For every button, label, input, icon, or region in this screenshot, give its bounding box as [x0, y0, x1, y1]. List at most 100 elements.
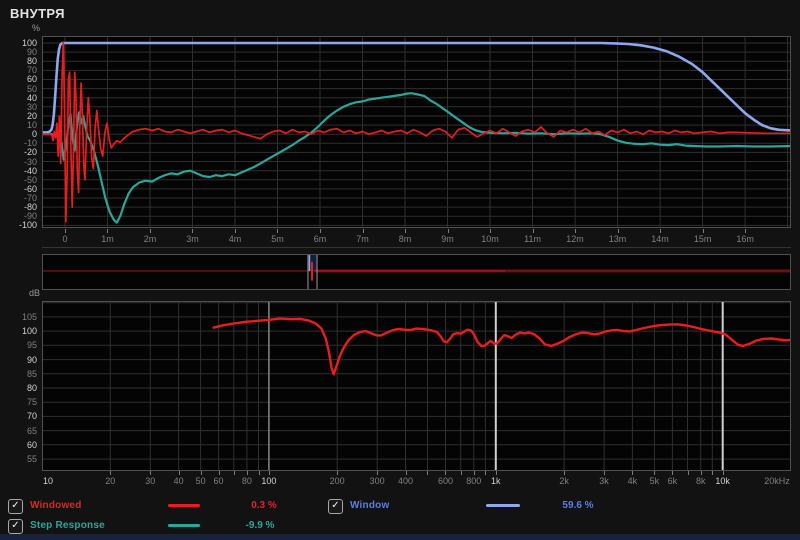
top-chart-xtick-label: 13m [608, 234, 627, 244]
step-response-value: -9.9 % [245, 520, 275, 531]
top-chart-xtick-label: 12m [566, 234, 584, 244]
bottom-chart-ytick-label: 70 [26, 411, 37, 422]
axis-tick-mark [337, 471, 339, 475]
axis-tick-mark [149, 229, 151, 233]
axis-tick-mark [447, 229, 449, 233]
axis-tick-mark [564, 471, 566, 475]
bottom-chart-ytick-label: 95 [26, 340, 37, 351]
axis-tick-mark [495, 471, 497, 475]
overview-canvas[interactable] [42, 254, 791, 290]
top-chart-xtick-label: 16m [736, 234, 754, 244]
top-chart-xtick-label: 3m [186, 234, 199, 244]
axis-tick-mark [320, 229, 321, 233]
bottom-chart-xtick-label: 200 [329, 476, 345, 486]
impulse-overview-strip[interactable] [42, 254, 791, 290]
axis-tick-mark [485, 471, 487, 475]
axis-tick-mark [110, 471, 112, 475]
bottom-chart-ytick-label: 90 [26, 354, 37, 365]
axis-tick-mark [218, 471, 220, 475]
bottom-chart-xtick-label: 20 [105, 476, 116, 486]
checkbox-check-icon: ✓ [11, 500, 20, 511]
bottom-chart-xtick-label: 100 [261, 476, 277, 486]
checkbox-check-icon: ✓ [11, 520, 20, 531]
top-chart-xtick-label: 9m [441, 234, 454, 244]
windowed-value: 0.3 % [251, 500, 277, 511]
top-chart-x-axis: 0 1m 2m 3m 4m 5m 6m 7m 8m 9m 10m 11m 12m 13m 14m 15m 16m [42, 229, 791, 247]
axis-tick-mark [604, 471, 606, 475]
bottom-chart[interactable] [42, 301, 791, 471]
top-chart[interactable] [42, 36, 791, 228]
axis-tick-mark [687, 471, 689, 475]
top-chart-xtick-label: 14m [651, 234, 669, 244]
top-chart-xtick-label: 1m [101, 234, 114, 244]
axis-tick-mark [712, 471, 714, 475]
axis-tick-mark [405, 229, 407, 233]
axis-tick-mark [233, 471, 235, 475]
axis-tick-mark [632, 471, 634, 475]
bottom-chart-xtick-label: 1k [491, 476, 501, 486]
axis-tick-mark [617, 229, 619, 233]
axis-tick-mark [150, 471, 152, 475]
bottom-chart-xtick-label: 20kHz [764, 476, 790, 486]
axis-tick-mark [258, 471, 260, 475]
bottom-chart-xtick-label: 400 [397, 476, 414, 486]
windowed-line-swatch [168, 504, 200, 507]
axis-tick-mark [445, 471, 447, 475]
axis-tick-mark [277, 229, 279, 233]
bottom-accent-bar [0, 534, 800, 540]
top-chart-xtick-label: 4m [228, 234, 242, 244]
top-chart-xtick-label: 15m [693, 234, 712, 244]
axis-tick-mark [575, 229, 577, 233]
axis-tick-mark [672, 471, 674, 475]
axis-tick-mark [192, 229, 194, 233]
top-chart-xtick-label: 10m [481, 234, 499, 244]
windowed-legend-label[interactable]: Windowed [30, 499, 82, 513]
axis-tick-mark [200, 471, 202, 475]
axis-tick-mark [178, 471, 180, 475]
axis-tick-mark [490, 229, 492, 233]
top-chart-xtick-label: 5m [271, 234, 284, 244]
bottom-chart-xtick-label: 10k [715, 476, 730, 486]
windowed-checkbox[interactable]: ✓ [8, 499, 23, 514]
axis-tick-mark [405, 471, 407, 475]
axis-tick-mark [745, 229, 747, 233]
top-chart-canvas[interactable] [42, 36, 791, 228]
axis-tick-mark [234, 229, 236, 233]
axis-tick-mark [362, 229, 364, 233]
step-response-checkbox[interactable]: ✓ [8, 519, 23, 534]
step-response-legend-label[interactable]: Step Response [30, 519, 105, 533]
bottom-chart-ytick-label: 85 [26, 368, 37, 379]
axis-tick-mark [660, 229, 662, 233]
bottom-chart-ytick-label: 55 [26, 454, 37, 465]
axis-tick-mark [702, 229, 704, 233]
bottom-chart-y-axis: 105 100 95 90 85 80 75 70 65 60 55 [0, 0, 40, 480]
axis-tick-mark [427, 471, 429, 475]
top-chart-xtick-label: 2m [143, 234, 157, 244]
axis-tick-mark [473, 471, 475, 475]
bottom-chart-x-axis: 10 20 30 40 50 60 80 100 200 300 400 600 800 1k 2k 3k 4k… [42, 471, 791, 489]
axis-tick-mark [722, 471, 724, 475]
window-value: 59.6 % [562, 500, 594, 511]
bottom-chart-ytick-label: 100 [21, 326, 37, 337]
bottom-chart-ytick-label: 65 [26, 425, 37, 436]
window-legend-label[interactable]: Window [350, 499, 389, 513]
bottom-chart-ytick-label: 105 [21, 311, 37, 322]
step-response-line-swatch [168, 524, 200, 527]
window-checkbox[interactable]: ✓ [328, 499, 343, 514]
axis-tick-mark [700, 471, 702, 475]
bottom-chart-xtick-label: 2k [559, 476, 569, 486]
bottom-chart-ytick-label: 75 [26, 397, 37, 408]
axis-separator-line [42, 247, 791, 248]
top-chart-xtick-label: 11m [524, 234, 541, 244]
axis-tick-mark [532, 229, 534, 233]
top-chart-xtick-label: 8m [398, 234, 412, 244]
axis-tick-mark [377, 471, 379, 475]
checkbox-check-icon: ✓ [331, 500, 340, 511]
top-chart-xtick-label: 6m [313, 234, 327, 244]
axis-tick-mark [107, 229, 109, 233]
axis-tick-mark [460, 471, 462, 475]
bottom-chart-canvas[interactable] [42, 301, 791, 471]
axis-tick-mark [64, 229, 66, 233]
window-line-swatch [486, 504, 520, 507]
top-chart-xtick-label: 7m [356, 234, 369, 244]
